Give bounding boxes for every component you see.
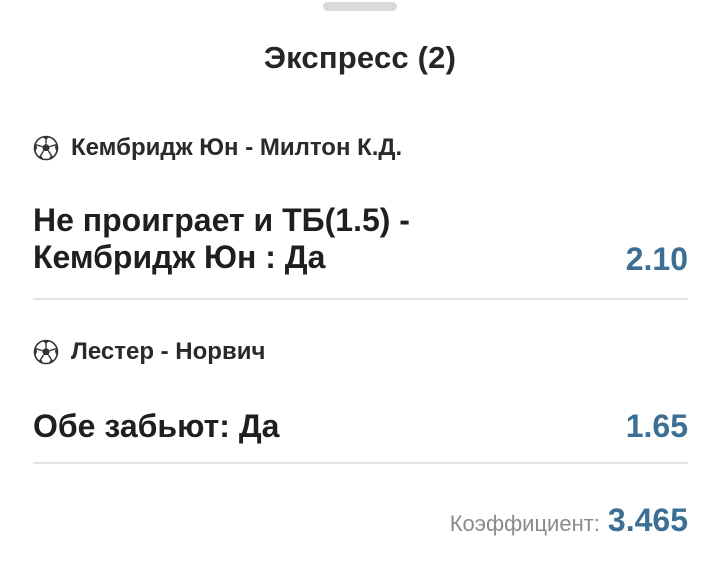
bet-outcome: Обе забьют: Да [33, 408, 279, 445]
outcome-line: Кембридж Юн : Да [33, 239, 326, 275]
bet-slip-sheet: Экспресс (2) Кембридж Юн - Милтон К.Д. Н… [0, 0, 720, 568]
soccer-ball-icon [33, 339, 59, 365]
bet-item: Кембридж Юн - Милтон К.Д. Не проиграет и… [33, 130, 688, 300]
bet-item: Лестер - Норвич Обе забьют: Да 1.65 [33, 334, 688, 464]
event-row: Кембридж Юн - Милтон К.Д. [33, 130, 402, 166]
total-value: 3.465 [607, 502, 688, 538]
divider [33, 462, 688, 464]
bet-odds: 2.10 [625, 241, 688, 277]
divider [33, 298, 688, 300]
event-name: Кембридж Юн - Милтон К.Д. [71, 134, 403, 161]
bet-outcome: Не проиграет и ТБ(1.5) - Кембридж Юн : Д… [33, 202, 503, 276]
slip-title: Экспресс (2) [263, 40, 457, 75]
event-row: Лестер - Норвич [33, 334, 265, 370]
drag-handle[interactable] [323, 2, 397, 11]
soccer-ball-icon [33, 135, 59, 161]
outcome-line: Не проиграет и ТБ(1.5) - [33, 202, 410, 238]
bet-odds: 1.65 [625, 408, 688, 444]
total-label: Коэффициент: [449, 511, 600, 536]
outcome-line: Обе забьют: Да [33, 408, 280, 444]
total-coefficient: Коэффициент: 3.465 [450, 502, 688, 539]
event-name: Лестер - Норвич [71, 338, 266, 365]
